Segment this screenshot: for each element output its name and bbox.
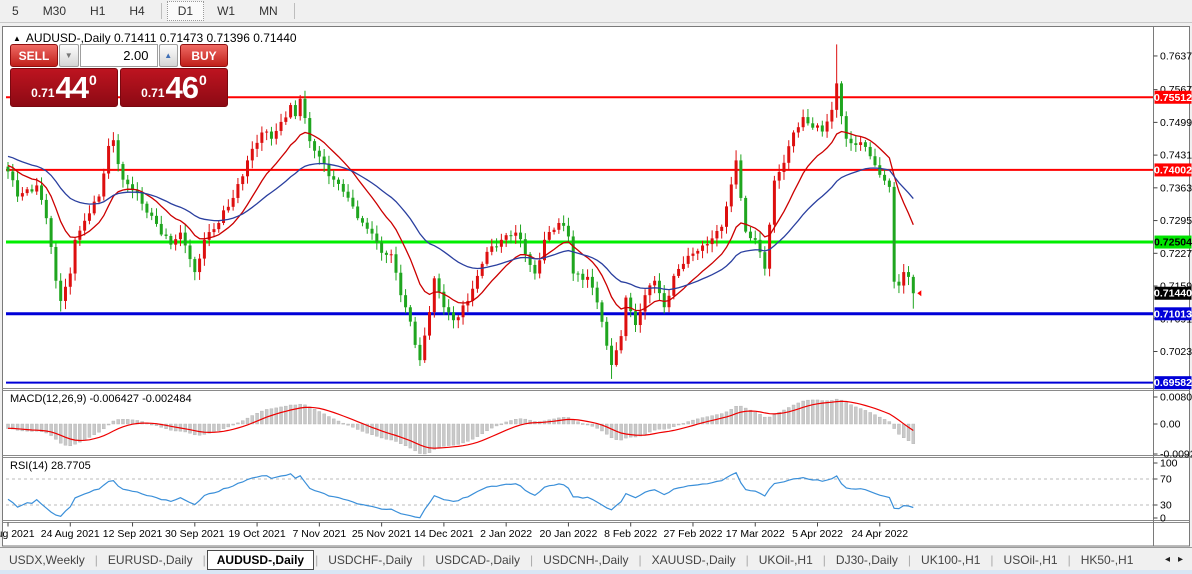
- tab-usdcnh-daily[interactable]: USDCNH-,Daily: [534, 550, 637, 570]
- volume-increase-button[interactable]: ▲: [158, 44, 178, 67]
- sell-button[interactable]: SELL: [10, 44, 59, 67]
- tab-hk50-h1[interactable]: HK50-,H1: [1072, 550, 1143, 570]
- chart-symbol-label: AUDUSD-,Daily: [25, 31, 111, 45]
- timeframe-toolbar: 5 M30 H1 H4 D1 W1 MN: [0, 0, 1192, 23]
- level-price-badge: 0.75512: [1154, 90, 1192, 104]
- sell-price-main: 44: [55, 69, 89, 105]
- svg-text:30: 30: [1160, 500, 1172, 512]
- svg-text:0.73630: 0.73630: [1160, 182, 1192, 194]
- svg-text:0.71013: 0.71013: [1154, 308, 1192, 320]
- timeframe-button-5[interactable]: 5: [1, 1, 30, 21]
- toolbar-separator: [293, 3, 295, 19]
- svg-text:0.72950: 0.72950: [1160, 215, 1192, 227]
- tab-xauusd-daily[interactable]: XAUUSD-,Daily: [643, 550, 745, 570]
- level-price-badge: 0.69582: [1154, 376, 1192, 390]
- chart-ohlc-values: 0.71411 0.71473 0.71396 0.71440: [113, 31, 297, 45]
- level-price-badge: 0.74002: [1154, 163, 1192, 177]
- collapse-panel-icon[interactable]: ▲: [13, 34, 21, 43]
- macd-label: MACD(12,26,9) -0.006427 -0.002484: [10, 393, 192, 405]
- tab-scroll-left-icon[interactable]: ◂: [1161, 554, 1174, 565]
- window-bottom-strip: [0, 570, 1192, 574]
- svg-text:0.74002: 0.74002: [1154, 164, 1192, 176]
- svg-text:5 Aug 2021: 5 Aug 2021: [0, 528, 35, 540]
- timeframe-button-mn[interactable]: MN: [248, 1, 289, 21]
- svg-text:0: 0: [1160, 513, 1166, 525]
- symbol-tab-bar: USDX,Weekly | EURUSD-,Daily | AUDUSD-,Daily |…: [0, 547, 1192, 571]
- svg-text:12 Sep 2021: 12 Sep 2021: [103, 528, 163, 540]
- buy-price-prefix: 0.71: [141, 86, 165, 100]
- buy-price-pip: 0: [199, 72, 207, 88]
- tab-dj30-daily[interactable]: DJ30-,Daily: [827, 550, 907, 570]
- one-click-trade-panel: SELL ▼ ▲ BUY 0.71 44 0 0.71 46 0: [10, 44, 228, 107]
- rsi-label: RSI(14) 28.7705: [10, 460, 91, 472]
- buy-price-box[interactable]: 0.71 46 0: [120, 68, 228, 107]
- timeframe-button-m30[interactable]: M30: [32, 1, 77, 21]
- chart-title: ▲ AUDUSD-,Daily 0.71411 0.71473 0.71396 0…: [13, 31, 297, 45]
- mt4-window: 5M30H1H4D1W1MN 0.763700.756700.749900.74…: [0, 0, 1192, 574]
- tab-uk100-h1[interactable]: UK100-,H1: [912, 550, 989, 570]
- svg-text:0.71440: 0.71440: [1154, 288, 1192, 300]
- tab-separator: |: [202, 552, 206, 567]
- tab-scroll-right-icon[interactable]: ▸: [1174, 554, 1187, 565]
- volume-input[interactable]: [79, 44, 158, 67]
- svg-text:20 Jan 2022: 20 Jan 2022: [540, 528, 598, 540]
- svg-text:24 Aug 2021: 24 Aug 2021: [41, 528, 100, 540]
- svg-text:0.76370: 0.76370: [1160, 50, 1192, 62]
- tab-usdcad-daily[interactable]: USDCAD-,Daily: [426, 550, 529, 570]
- svg-text:70: 70: [1160, 474, 1172, 486]
- tab-audusd-daily[interactable]: AUDUSD-,Daily: [206, 549, 315, 570]
- svg-text:0.72504: 0.72504: [1154, 237, 1192, 249]
- tab-separator: |: [745, 552, 749, 567]
- buy-button[interactable]: BUY: [179, 44, 228, 67]
- svg-text:2 Jan 2022: 2 Jan 2022: [480, 528, 532, 540]
- svg-text:7 Nov 2021: 7 Nov 2021: [292, 528, 346, 540]
- svg-text:0.008061: 0.008061: [1160, 392, 1192, 404]
- tab-eurusd-daily[interactable]: EURUSD-,Daily: [99, 550, 202, 570]
- level-price-badge: 0.71013: [1154, 307, 1192, 321]
- level-price-badge: 0.72504: [1154, 235, 1192, 249]
- svg-text:0.69582: 0.69582: [1154, 377, 1192, 389]
- svg-text:24 Apr 2022: 24 Apr 2022: [851, 528, 908, 540]
- tab-separator: |: [638, 552, 642, 567]
- tab-usdchf-daily[interactable]: USDCHF-,Daily: [319, 550, 421, 570]
- tab-scroll-buttons: ◂ ▸: [1161, 554, 1192, 565]
- tab-separator: |: [990, 552, 994, 567]
- timeframe-button-h4[interactable]: H4: [118, 1, 155, 21]
- buy-price-main: 46: [165, 69, 199, 105]
- tab-separator: |: [530, 552, 534, 567]
- svg-text:0.70230: 0.70230: [1160, 346, 1192, 358]
- sell-price-prefix: 0.71: [31, 86, 55, 100]
- svg-text:0.72270: 0.72270: [1160, 248, 1192, 260]
- tab-ukoil-h1[interactable]: UKOil-,H1: [750, 550, 822, 570]
- tab-separator: |: [315, 552, 319, 567]
- svg-text:8 Feb 2022: 8 Feb 2022: [604, 528, 657, 540]
- tab-separator: |: [94, 552, 98, 567]
- timeframe-button-h1[interactable]: H1: [79, 1, 116, 21]
- svg-text:30 Sep 2021: 30 Sep 2021: [165, 528, 225, 540]
- svg-text:5 Apr 2022: 5 Apr 2022: [792, 528, 843, 540]
- tab-separator: |: [907, 552, 912, 567]
- svg-text:25 Nov 2021: 25 Nov 2021: [352, 528, 412, 540]
- toolbar-separator: [160, 3, 162, 19]
- volume-decrease-button[interactable]: ▼: [59, 44, 79, 67]
- svg-text:27 Feb 2022: 27 Feb 2022: [663, 528, 722, 540]
- svg-text:0.74990: 0.74990: [1160, 117, 1192, 129]
- current-price-badge: 0.71440: [1154, 286, 1192, 300]
- tab-separator: |: [1067, 552, 1071, 567]
- tab-separator: |: [822, 552, 826, 567]
- svg-text:100: 100: [1160, 458, 1178, 470]
- svg-text:17 Mar 2022: 17 Mar 2022: [726, 528, 785, 540]
- svg-text:0.74310: 0.74310: [1160, 150, 1192, 162]
- tab-separator: |: [422, 552, 426, 567]
- svg-text:19 Oct 2021: 19 Oct 2021: [228, 528, 285, 540]
- tab-usoil-h1[interactable]: USOil-,H1: [995, 550, 1067, 570]
- svg-text:14 Dec 2021: 14 Dec 2021: [414, 528, 474, 540]
- timeframe-button-d1[interactable]: D1: [166, 1, 205, 21]
- timeframe-button-w1[interactable]: W1: [206, 1, 246, 21]
- sell-price-box[interactable]: 0.71 44 0: [10, 68, 118, 107]
- svg-text:0.75512: 0.75512: [1154, 92, 1192, 104]
- tab-usdx-weekly[interactable]: USDX,Weekly: [0, 550, 94, 570]
- svg-text:0.00: 0.00: [1160, 419, 1181, 431]
- sell-price-pip: 0: [89, 72, 97, 88]
